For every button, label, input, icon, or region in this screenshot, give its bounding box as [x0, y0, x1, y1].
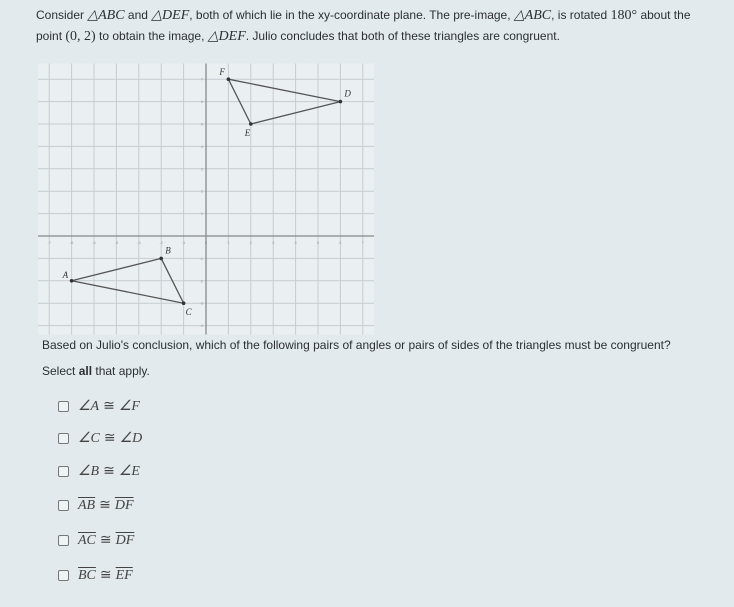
answer-option[interactable]: ∠B ≅ ∠E — [58, 463, 140, 480]
answer-option[interactable]: BC ≅ EF — [58, 567, 133, 584]
congruent-symbol: ≅ — [99, 533, 112, 548]
option-right: DF — [115, 532, 135, 548]
instruction-line: Select all that apply. — [42, 361, 722, 382]
text: that apply. — [92, 364, 150, 378]
checkbox[interactable] — [58, 433, 69, 444]
point-label-a: A — [62, 270, 69, 280]
option-left: AB — [78, 497, 96, 513]
point-e — [249, 122, 253, 126]
point-label-f: F — [218, 67, 225, 77]
congruent-symbol: ≅ — [99, 498, 111, 513]
point-label-b: B — [165, 245, 171, 255]
checkbox[interactable] — [58, 466, 69, 477]
congruent-symbol: ≅ — [99, 568, 112, 583]
answer-option[interactable]: ∠C ≅ ∠D — [58, 430, 142, 447]
coordinate-graph: -7 -6 -5 -4 -3 -2 -1 0 1 2 3 4 5 6 7-4-3-2-11234567ABC… — [38, 63, 374, 335]
option-left: BC — [78, 567, 96, 583]
point-label-e: E — [244, 128, 251, 138]
option-right: DF — [114, 497, 134, 513]
answer-option[interactable]: AC ≅ DF — [58, 532, 134, 549]
question-line: Based on Julio's conclusion, which of th… — [42, 338, 671, 352]
option-right: ∠F — [118, 399, 140, 414]
option-right: ∠E — [118, 464, 140, 479]
point-a — [69, 279, 74, 283]
point-label-d: D — [343, 89, 351, 99]
congruent-symbol: ≅ — [103, 431, 116, 446]
text: Select — [42, 364, 79, 378]
point-b — [159, 256, 163, 261]
answer-option[interactable]: ∠A ≅ ∠F — [58, 398, 140, 415]
checkbox[interactable] — [58, 535, 69, 546]
point-f — [226, 77, 231, 81]
text-bold: all — [78, 364, 93, 378]
checkbox[interactable] — [58, 401, 69, 412]
answer-option[interactable]: AB ≅ DF — [58, 497, 134, 514]
congruent-symbol: ≅ — [103, 399, 115, 414]
checkbox[interactable] — [58, 570, 69, 581]
option-right: EF — [115, 567, 133, 583]
option-left: ∠A — [78, 399, 100, 414]
question-text: Based on Julio's conclusion, which of th… — [42, 335, 722, 382]
option-left: ∠B — [78, 464, 100, 479]
congruent-symbol: ≅ — [103, 464, 115, 479]
option-right: ∠D — [119, 431, 143, 446]
point-label-c: C — [186, 307, 193, 317]
point-d — [338, 99, 343, 104]
option-left: AC — [78, 532, 96, 548]
checkbox[interactable] — [58, 500, 69, 511]
option-left: ∠C — [78, 431, 100, 446]
point-c — [181, 301, 186, 306]
